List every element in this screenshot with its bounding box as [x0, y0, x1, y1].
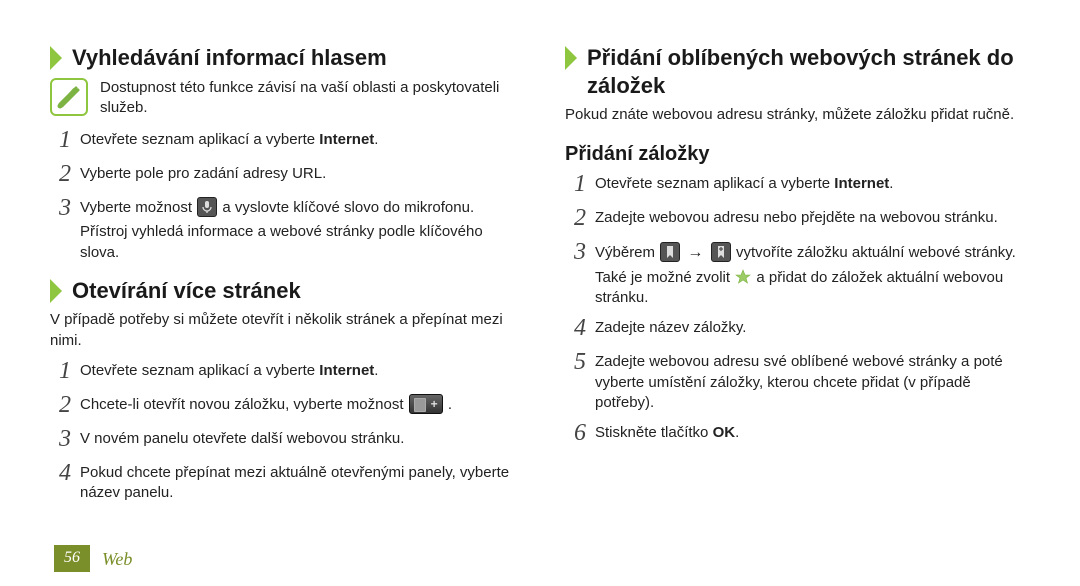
add-bookmark-intro: Pokud znáte webovou adresu stránky, může…	[565, 105, 1030, 125]
heading-multi-pages-text: Otevírání více stránek	[72, 277, 301, 305]
step-text: Vyberte možnost a vyslovte klíčové slovo…	[80, 198, 515, 263]
multi-pages-steps: 1 Otevřete seznam aplikací a vyberte Int…	[50, 361, 515, 504]
step-number: 2	[565, 206, 595, 230]
step-text: Výběrem → vytvoříte záložku aktuální web…	[595, 242, 1030, 308]
list-item: 4 Pokud chcete přepínat mezi aktuálně ot…	[50, 463, 515, 504]
list-item: 3 Výběrem → vytvoříte záložku aktuální w…	[565, 242, 1030, 308]
voice-search-steps: 1 Otevřete seznam aplikací a vyberte Int…	[50, 130, 515, 263]
list-item: 5 Zadejte webovou adresu své oblíbené we…	[565, 352, 1030, 413]
step-number: 4	[50, 461, 80, 485]
step-text: Stiskněte tlačítko OK.	[595, 423, 1030, 443]
step-number: 2	[50, 162, 80, 186]
list-item: 1 Otevřete seznam aplikací a vyberte Int…	[565, 174, 1030, 198]
bookmark-icon	[660, 242, 680, 262]
step-number: 3	[565, 240, 595, 264]
step-text: Otevřete seznam aplikací a vyberte Inter…	[80, 361, 515, 381]
heading-voice-search: Vyhledávání informací hlasem	[50, 44, 515, 72]
new-tab-icon	[409, 394, 443, 414]
right-column: Přidání oblíbených webových stránek do z…	[565, 44, 1030, 517]
list-item: 2 Chcete-li otevřít novou záložku, vyber…	[50, 395, 515, 419]
arrow-icon: →	[687, 244, 707, 261]
step-text: Zadejte webovou adresu své oblíbené webo…	[595, 352, 1030, 413]
manual-page: Vyhledávání informací hlasem Dostupnost …	[0, 0, 1080, 586]
note-icon	[50, 78, 88, 116]
step-number: 1	[50, 359, 80, 383]
heading-multi-pages: Otevírání více stránek	[50, 277, 515, 305]
bookmark-add-icon	[711, 242, 731, 262]
columns: Vyhledávání informací hlasem Dostupnost …	[50, 44, 1030, 517]
step-number: 4	[565, 316, 595, 340]
page-footer: 56 Web	[54, 545, 132, 572]
availability-note-text: Dostupnost této funkce závisí na vaší ob…	[100, 78, 515, 119]
step-number: 2	[50, 393, 80, 417]
subheading-add-bookmark: Přidání záložky	[565, 141, 1030, 168]
step-extra: Také je možné zvolit a přidat do záložek…	[595, 268, 1030, 309]
step-text: Zadejte webovou adresu nebo přejděte na …	[595, 208, 1030, 228]
chevron-icon	[565, 46, 577, 70]
heading-voice-search-text: Vyhledávání informací hlasem	[72, 44, 387, 72]
star-icon	[735, 269, 751, 285]
step-text: Pokud chcete přepínat mezi aktuálně otev…	[80, 463, 515, 504]
list-item: 6 Stiskněte tlačítko OK.	[565, 423, 1030, 447]
multi-pages-intro: V případě potřeby si můžete otevřít i ně…	[50, 310, 515, 351]
step-number: 6	[565, 421, 595, 445]
add-bookmark-steps: 1 Otevřete seznam aplikací a vyberte Int…	[565, 174, 1030, 447]
step-text: Otevřete seznam aplikací a vyberte Inter…	[80, 130, 515, 150]
step-number: 3	[50, 427, 80, 451]
availability-note: Dostupnost této funkce závisí na vaší ob…	[50, 78, 515, 119]
list-item: 1 Otevřete seznam aplikací a vyberte Int…	[50, 130, 515, 154]
list-item: 4 Zadejte název záložky.	[565, 318, 1030, 342]
step-number: 3	[50, 196, 80, 220]
chevron-icon	[50, 279, 62, 303]
step-extra: Přístroj vyhledá informace a webové strá…	[80, 222, 515, 263]
list-item: 3 V novém panelu otevřete další webovou …	[50, 429, 515, 453]
step-number: 5	[565, 350, 595, 374]
step-text: Chcete-li otevřít novou záložku, vyberte…	[80, 395, 515, 415]
list-item: 1 Otevřete seznam aplikací a vyberte Int…	[50, 361, 515, 385]
page-section-label: Web	[102, 547, 132, 571]
list-item: 3 Vyberte možnost a vyslovte klíčové slo…	[50, 198, 515, 263]
chevron-icon	[50, 46, 62, 70]
step-number: 1	[50, 128, 80, 152]
page-number: 56	[54, 545, 90, 572]
step-text: V novém panelu otevřete další webovou st…	[80, 429, 515, 449]
heading-add-bookmark: Přidání oblíbených webových stránek do z…	[565, 44, 1030, 99]
list-item: 2 Zadejte webovou adresu nebo přejděte n…	[565, 208, 1030, 232]
step-text: Zadejte název záložky.	[595, 318, 1030, 338]
step-text: Otevřete seznam aplikací a vyberte Inter…	[595, 174, 1030, 194]
step-number: 1	[565, 172, 595, 196]
list-item: 2 Vyberte pole pro zadání adresy URL.	[50, 164, 515, 188]
left-column: Vyhledávání informací hlasem Dostupnost …	[50, 44, 515, 517]
step-text: Vyberte pole pro zadání adresy URL.	[80, 164, 515, 184]
microphone-icon	[197, 197, 217, 217]
heading-add-bookmark-text: Přidání oblíbených webových stránek do z…	[587, 44, 1030, 99]
